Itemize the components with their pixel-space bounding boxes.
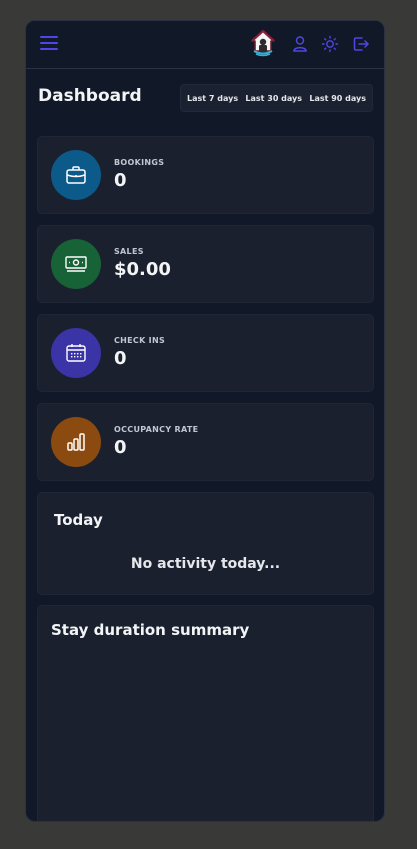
bar-chart-icon <box>67 433 85 451</box>
range-last-7-days-button[interactable]: Last 7 days <box>187 94 238 103</box>
briefcase-icon <box>66 166 86 184</box>
sales-icon-circle <box>51 239 101 289</box>
date-range-selector: Last 7 days Last 30 days Last 90 days <box>180 84 373 112</box>
bookings-stat-card: BOOKINGS 0 <box>37 136 374 214</box>
user-icon[interactable] <box>291 35 309 53</box>
bookings-label: BOOKINGS <box>114 158 165 167</box>
sales-label: SALES <box>114 247 144 256</box>
check-ins-icon-circle <box>51 328 101 378</box>
today-title: Today <box>54 511 103 529</box>
range-last-30-days-button[interactable]: Last 30 days <box>245 94 302 103</box>
range-last-90-days-button[interactable]: Last 90 days <box>309 94 366 103</box>
sun-icon[interactable] <box>321 35 339 53</box>
bookings-value: 0 <box>114 170 127 191</box>
today-empty-message: No activity today... <box>130 556 281 572</box>
occupancy-icon-circle <box>51 417 101 467</box>
occupancy-rate-label: OCCUPANCY RATE <box>114 425 199 434</box>
occupancy-rate-stat-card: OCCUPANCY RATE 0 <box>37 403 374 481</box>
calendar-icon <box>66 344 86 362</box>
check-ins-label: CHECK INS <box>114 336 166 345</box>
check-ins-stat-card: CHECK INS 0 <box>37 314 374 392</box>
banknote-icon <box>65 256 87 272</box>
sales-stat-card: SALES $0.00 <box>37 225 374 303</box>
hamburger-menu-icon[interactable] <box>40 36 58 52</box>
occupancy-rate-value: 0 <box>114 437 127 458</box>
today-card: Today No activity today... <box>37 492 374 595</box>
stay-duration-title: Stay duration summary <box>51 621 250 639</box>
page-title: Dashboard <box>38 86 142 106</box>
house-logo-icon[interactable] <box>250 29 276 57</box>
app-window: Dashboard Last 7 days Last 30 days Last … <box>25 20 385 822</box>
sales-value: $0.00 <box>114 259 171 280</box>
logout-icon[interactable] <box>352 35 370 53</box>
bookings-icon-circle <box>51 150 101 200</box>
stay-duration-card: Stay duration summary <box>37 605 374 821</box>
top-navbar <box>26 21 384 69</box>
check-ins-value: 0 <box>114 348 127 369</box>
